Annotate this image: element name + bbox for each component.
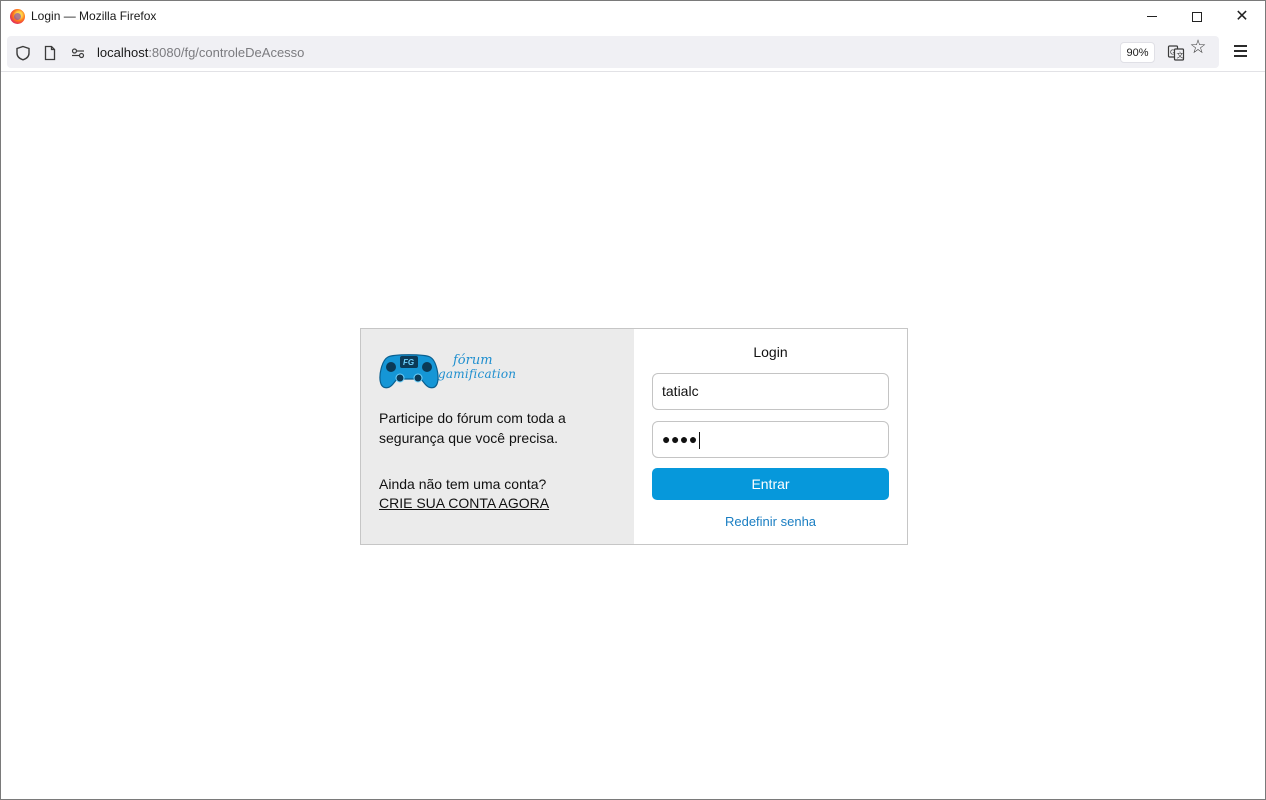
permissions-icon[interactable] bbox=[70, 45, 86, 61]
bookmark-star-icon[interactable]: ☆ bbox=[1188, 38, 1208, 58]
card-info-panel: FG fórum gamification Participe do fórum… bbox=[361, 329, 634, 544]
url-text[interactable]: localhost:8080/fg/controleDeAcesso bbox=[97, 45, 304, 60]
close-button[interactable]: ✕ bbox=[1219, 1, 1265, 32]
page-icon[interactable] bbox=[42, 45, 58, 61]
gamepad-icon: FG bbox=[379, 354, 439, 389]
no-account-text: Ainda não tem uma conta? bbox=[379, 476, 547, 492]
forum-gamification-logo: FG fórum gamification bbox=[378, 349, 518, 391]
svg-text:文: 文 bbox=[1177, 51, 1184, 60]
username-value: tatialc bbox=[662, 383, 699, 399]
create-account-link[interactable]: CRIE SUA CONTA AGORA bbox=[379, 495, 549, 511]
minimize-button[interactable] bbox=[1129, 1, 1175, 32]
maximize-button[interactable] bbox=[1174, 1, 1220, 32]
url-path: :8080/fg/controleDeAcesso bbox=[148, 45, 305, 60]
title-bar: Login — Mozilla Firefox ✕ bbox=[1, 1, 1265, 32]
login-submit-button[interactable]: Entrar bbox=[652, 468, 889, 500]
reset-password-link[interactable]: Redefinir senha bbox=[634, 514, 907, 529]
url-bar[interactable]: localhost:8080/fg/controleDeAcesso 90% G… bbox=[7, 36, 1219, 68]
firefox-logo-icon bbox=[10, 9, 25, 24]
navigation-bar: localhost:8080/fg/controleDeAcesso 90% G… bbox=[1, 32, 1265, 72]
password-field[interactable]: ●●●● bbox=[652, 421, 889, 458]
logo-text-forum: fórum bbox=[453, 353, 493, 368]
logo-badge: FG bbox=[403, 358, 414, 367]
maximize-icon bbox=[1192, 11, 1202, 22]
shield-icon[interactable] bbox=[15, 45, 31, 61]
close-icon: ✕ bbox=[1235, 7, 1249, 25]
minimize-icon bbox=[1147, 16, 1157, 17]
password-mask: ●●●● bbox=[662, 431, 698, 447]
translate-icon[interactable]: G 文 bbox=[1167, 44, 1185, 62]
username-field[interactable]: tatialc bbox=[652, 373, 889, 410]
window-title: Login — Mozilla Firefox bbox=[31, 9, 157, 23]
zoom-level-button[interactable]: 90% bbox=[1120, 42, 1155, 63]
page-content: FG fórum gamification Participe do fórum… bbox=[1, 73, 1265, 799]
svg-text:G: G bbox=[1170, 50, 1175, 57]
tagline-text: Participe do fórum com toda a segurança … bbox=[379, 410, 566, 446]
hamburger-menu-icon[interactable] bbox=[1234, 45, 1248, 60]
login-card: FG fórum gamification Participe do fórum… bbox=[360, 328, 908, 545]
url-host: localhost bbox=[97, 45, 149, 60]
browser-window: Login — Mozilla Firefox ✕ localhost:8080… bbox=[0, 0, 1266, 800]
text-caret bbox=[698, 431, 700, 449]
logo-text-gamification: gamification bbox=[438, 367, 517, 381]
login-heading: Login bbox=[753, 344, 788, 360]
login-form: Login tatialc ●●●● Entrar Redefinir senh… bbox=[634, 329, 907, 544]
